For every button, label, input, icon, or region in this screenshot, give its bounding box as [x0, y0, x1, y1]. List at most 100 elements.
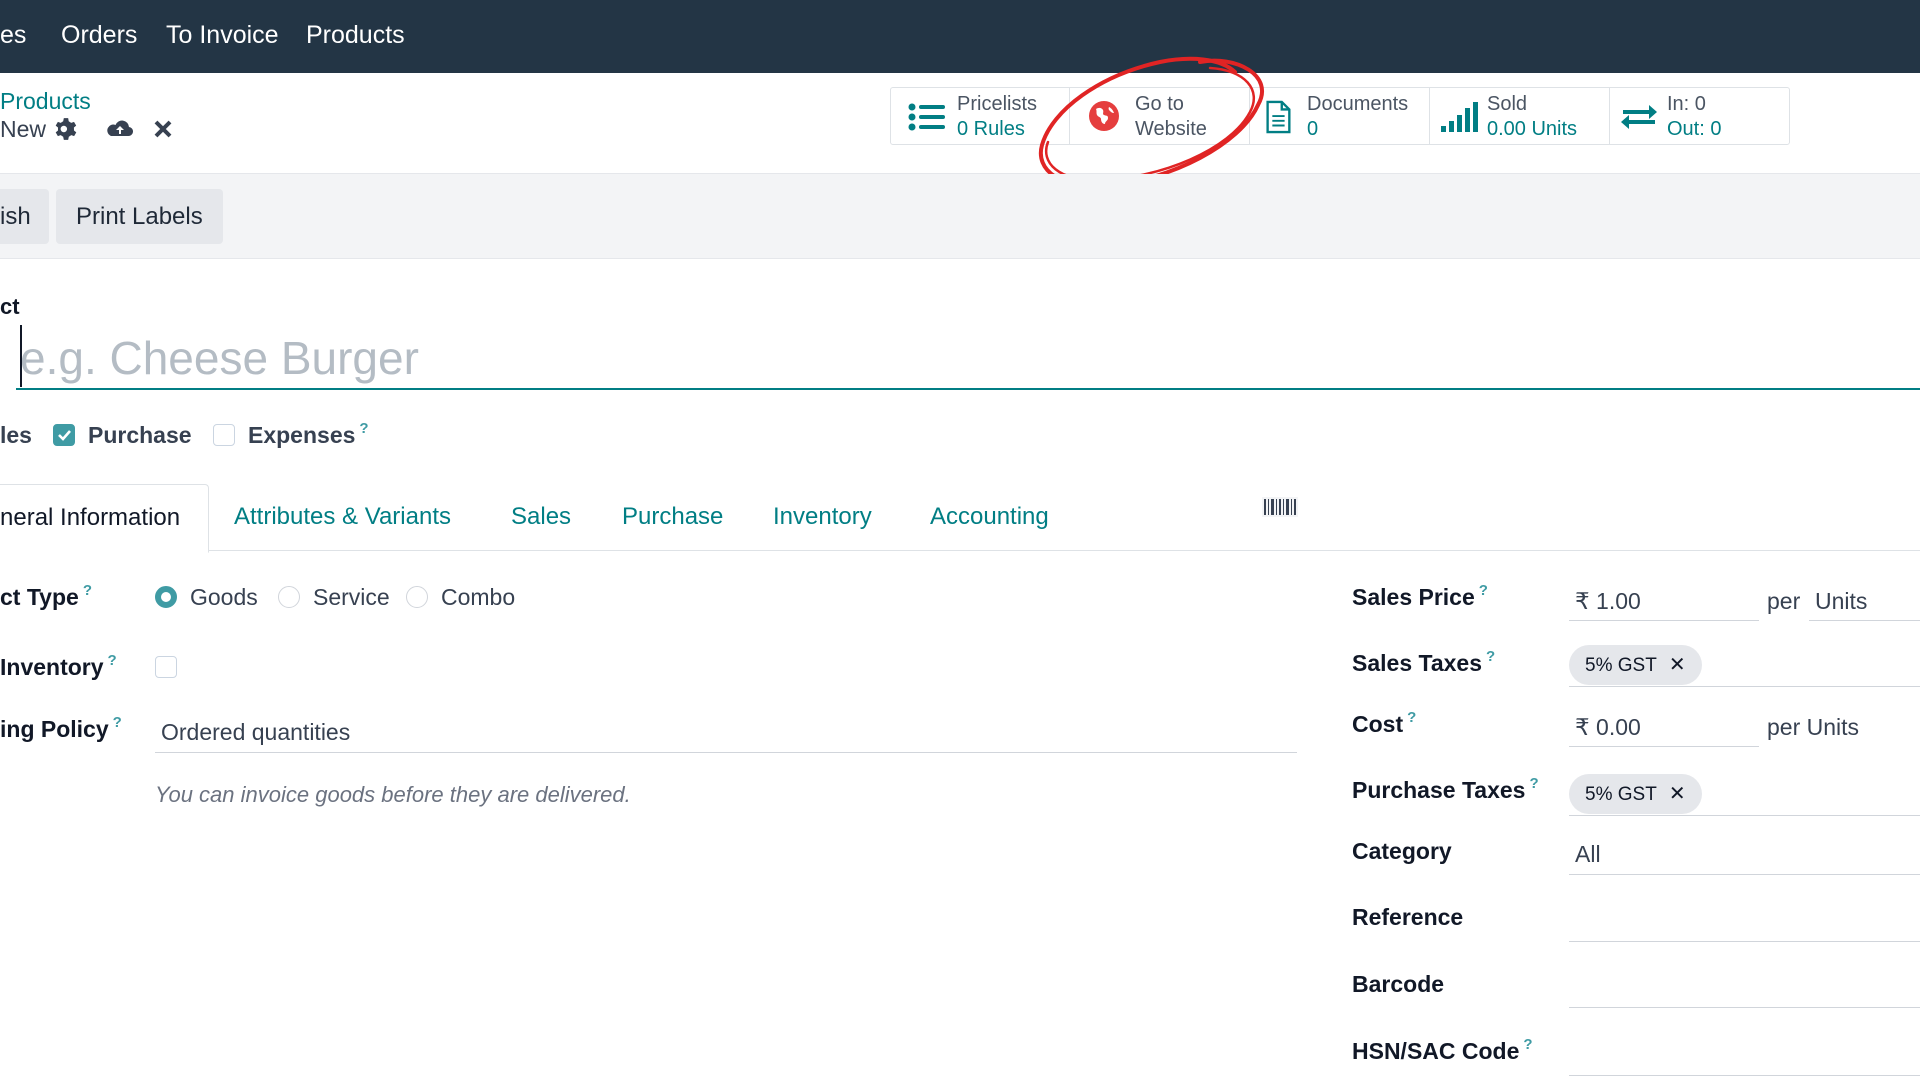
sales-price-per: per: [1767, 588, 1801, 614]
go-to-website-smart-button[interactable]: Go to Website: [1069, 88, 1250, 144]
text-caret: [20, 325, 22, 387]
cost-input[interactable]: ₹ 0.00: [1575, 714, 1641, 741]
cloud-upload-icon[interactable]: [105, 116, 135, 142]
hsn-sac-code-label-text: HSN/SAC Code: [1352, 1038, 1520, 1064]
tab-attributes-variants[interactable]: Attributes & Variants: [234, 484, 451, 550]
tab-general-information[interactable]: neral Information: [0, 484, 210, 553]
product-type-label-text: ct Type: [0, 584, 79, 610]
pricelists-smart-button[interactable]: Pricelists 0 Rules: [891, 88, 1070, 144]
breadcrumb-parent[interactable]: Products: [0, 88, 91, 115]
category-select[interactable]: All: [1575, 841, 1601, 868]
help-tooltip-icon[interactable]: ?: [1407, 709, 1416, 726]
help-tooltip-icon[interactable]: ?: [1523, 1036, 1532, 1053]
remove-tag-icon[interactable]: ✕: [1669, 783, 1686, 805]
purchase-option-label[interactable]: Purchase: [88, 422, 192, 449]
go-to-label: Go to: [1135, 93, 1184, 115]
sales-uom-underline: [1809, 620, 1920, 621]
type-combo-label[interactable]: Combo: [441, 584, 515, 611]
sales-price-uom[interactable]: Units: [1815, 588, 1867, 615]
purchase-taxes-underline: [1569, 815, 1920, 816]
help-tooltip-icon[interactable]: ?: [1486, 648, 1495, 665]
print-labels-button[interactable]: Print Labels: [56, 189, 223, 244]
cost-label-text: Cost: [1352, 711, 1404, 737]
publish-button[interactable]: ish: [0, 189, 49, 244]
nav-item-orders[interactable]: Orders: [61, 0, 137, 73]
sold-smart-button[interactable]: Sold 0.00 Units: [1429, 88, 1610, 144]
cost-uom: per Units: [1767, 714, 1860, 740]
nav-item-products[interactable]: Products: [306, 0, 405, 73]
help-tooltip-icon[interactable]: ?: [359, 420, 368, 437]
help-tooltip-icon[interactable]: ?: [1529, 775, 1538, 792]
documents-label: Documents: [1307, 93, 1409, 115]
product-type-label: ct Type?: [0, 582, 92, 611]
sales-taxes-underline: [1569, 686, 1920, 687]
cost-underline: [1569, 746, 1759, 747]
sold-quantity: 0.00 Units: [1487, 118, 1578, 140]
sold-label: Sold: [1487, 93, 1528, 115]
type-goods-radio[interactable]: [155, 586, 177, 608]
remove-tag-icon[interactable]: ✕: [1669, 654, 1686, 676]
in-out-smart-button[interactable]: In: 0 Out: 0: [1609, 88, 1789, 144]
reference-label: Reference: [1352, 904, 1464, 930]
pricelists-count: 0 Rules: [957, 118, 1025, 140]
sales-taxes-label-text: Sales Taxes: [1352, 650, 1483, 676]
in-count: In: 0: [1667, 93, 1706, 115]
track-inventory-label-text: Inventory: [0, 654, 104, 680]
discard-x-icon[interactable]: [153, 116, 173, 142]
gear-icon[interactable]: [53, 116, 79, 142]
expenses-checkbox[interactable]: [213, 424, 235, 446]
sales-price-underline: [1569, 620, 1759, 621]
help-tooltip-icon[interactable]: ?: [108, 652, 117, 669]
purchase-taxes-label-text: Purchase Taxes: [1352, 777, 1526, 803]
expenses-option-label[interactable]: Expenses?: [248, 420, 369, 449]
reference-input[interactable]: [1569, 941, 1920, 942]
pricelists-label: Pricelists: [957, 93, 1038, 115]
track-inventory-label: Inventory?: [0, 652, 117, 681]
tab-purchase[interactable]: Purchase: [622, 484, 723, 550]
barcode-label: Barcode: [1352, 971, 1445, 997]
exchange-arrows-icon: [1621, 105, 1657, 129]
barcode-input[interactable]: [1569, 1007, 1920, 1008]
documents-count: 0: [1307, 118, 1319, 140]
sales-tax-tag-label: 5% GST: [1585, 655, 1657, 676]
purchase-taxes-label: Purchase Taxes?: [1352, 775, 1539, 804]
tab-sales[interactable]: Sales: [511, 484, 571, 550]
invoicing-policy-underline: [155, 752, 1297, 753]
hsn-sac-code-label: HSN/SAC Code?: [1352, 1036, 1533, 1065]
invoicing-policy-select[interactable]: Ordered quantities: [161, 719, 350, 746]
nav-item-to-invoice[interactable]: To Invoice: [166, 0, 279, 73]
type-combo-radio[interactable]: [406, 586, 428, 608]
smart-buttons-group: Pricelists 0 Rules Go to Website Documen…: [890, 87, 1790, 145]
type-service-radio[interactable]: [278, 586, 300, 608]
product-name-label: ct: [0, 294, 20, 319]
type-service-label[interactable]: Service: [313, 584, 390, 611]
sales-tax-tag: 5% GST ✕: [1569, 645, 1702, 685]
category-underline: [1569, 874, 1920, 875]
expenses-label-text: Expenses: [248, 422, 356, 448]
type-goods-label[interactable]: Goods: [190, 584, 258, 611]
status-bar: [0, 174, 1920, 259]
help-tooltip-icon[interactable]: ?: [113, 714, 122, 731]
purchase-tax-tag: 5% GST ✕: [1569, 774, 1702, 814]
invoicing-policy-label: ing Policy?: [0, 714, 122, 743]
nav-item-sales[interactable]: es: [0, 0, 26, 73]
documents-smart-button[interactable]: Documents 0: [1249, 88, 1430, 144]
purchase-checkbox[interactable]: [53, 424, 75, 446]
sales-price-label-text: Sales Price: [1352, 584, 1475, 610]
invoicing-policy-hint: You can invoice goods before they are de…: [155, 782, 631, 807]
sales-option-label[interactable]: les: [0, 422, 32, 449]
track-inventory-checkbox[interactable]: [155, 656, 177, 678]
checkmark-icon: [58, 430, 71, 441]
tab-inventory[interactable]: Inventory: [773, 484, 872, 550]
tab-accounting[interactable]: Accounting: [930, 484, 1049, 550]
tabs-divider: [0, 550, 1920, 551]
help-tooltip-icon[interactable]: ?: [83, 582, 92, 599]
product-name-input[interactable]: [16, 328, 1920, 390]
help-tooltip-icon[interactable]: ?: [1479, 582, 1488, 599]
sales-price-input[interactable]: ₹ 1.00: [1575, 588, 1641, 615]
invoicing-policy-label-text: ing Policy: [0, 716, 109, 742]
hsn-sac-code-input[interactable]: [1569, 1075, 1920, 1076]
breadcrumb-current: New: [0, 116, 47, 142]
sales-taxes-label: Sales Taxes?: [1352, 648, 1495, 677]
document-icon: [1266, 100, 1291, 134]
